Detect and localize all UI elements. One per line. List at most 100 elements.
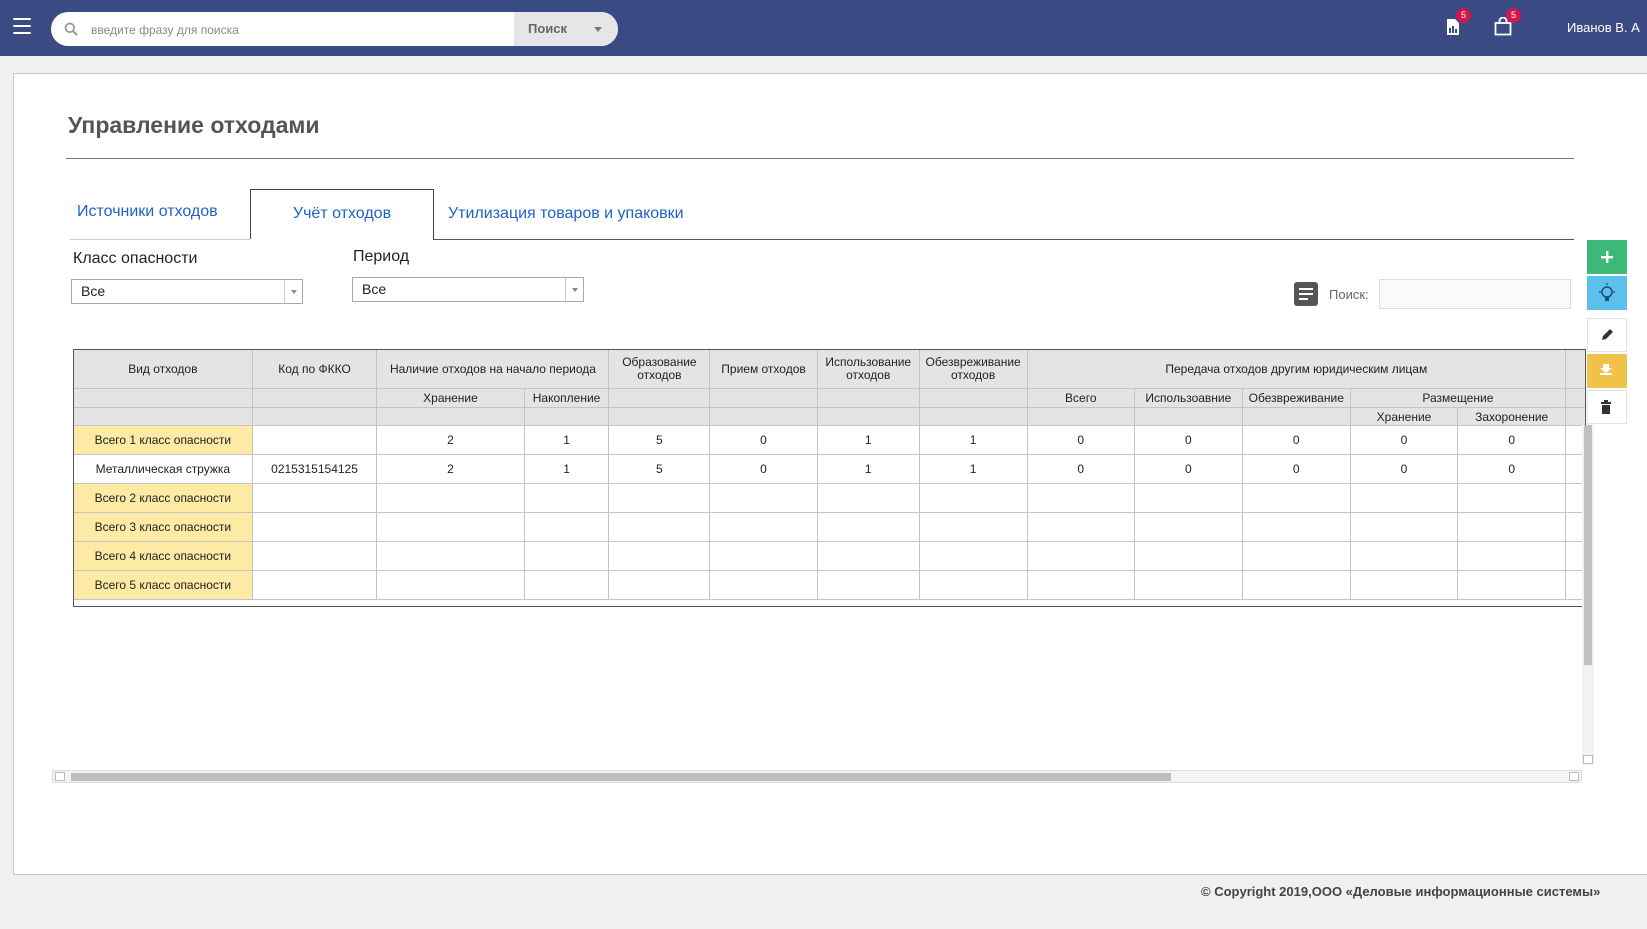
add-button[interactable] xyxy=(1587,240,1627,274)
vertical-scrollbar[interactable] xyxy=(1582,425,1594,765)
waste-accounting-table: Вид отходов Код по ФККО Наличие отходов … xyxy=(73,349,1586,608)
value-cell xyxy=(709,483,818,513)
value-cell: 0 xyxy=(1241,454,1351,484)
value-cell xyxy=(816,512,920,542)
header-cell xyxy=(816,407,920,426)
value-cell xyxy=(918,483,1028,513)
table-row[interactable]: Всего 2 класс опасности xyxy=(73,483,1586,513)
header-waste-type: Вид отходов xyxy=(73,349,253,389)
value-cell xyxy=(709,570,818,600)
header-cell xyxy=(709,388,818,408)
search-input[interactable] xyxy=(89,12,563,46)
value-cell: 1 xyxy=(918,425,1028,455)
chevron-down-icon xyxy=(565,278,583,301)
table-row[interactable]: Всего 5 класс опасности xyxy=(73,570,1586,600)
value-cell xyxy=(1241,541,1351,571)
table-search-input[interactable] xyxy=(1379,279,1571,309)
header-cell xyxy=(1241,407,1351,426)
table-row[interactable]: Металлическая стружка 0215315154125 2 1 5 0 1 1… xyxy=(73,454,1586,484)
header-reception: Прием отходов xyxy=(709,349,818,389)
header-filler xyxy=(1565,349,1586,389)
header-cell xyxy=(73,388,253,408)
header-transfer-total: Всего xyxy=(1026,388,1135,408)
footer-copyright: © Copyright 2019,ООО «Деловые информацио… xyxy=(1201,884,1601,899)
plus-icon xyxy=(1601,251,1613,263)
header-cell xyxy=(251,388,378,408)
hazard-class-label: Класс опасности xyxy=(73,250,198,267)
tab-waste-sources[interactable]: Источники отходов xyxy=(77,203,218,221)
fkko-code-cell: 0215315154125 xyxy=(251,454,378,484)
period-select[interactable]: Все xyxy=(352,277,584,302)
value-cell: 5 xyxy=(608,425,711,455)
hazard-class-select[interactable]: Все xyxy=(71,279,303,304)
value-cell xyxy=(1133,541,1243,571)
value-cell xyxy=(816,541,920,571)
header-neutralization: Обезвреживание отходов xyxy=(918,349,1028,389)
value-cell xyxy=(523,570,610,600)
header-placement-storage: Хранение xyxy=(1349,407,1459,426)
header-cell xyxy=(1133,407,1243,426)
value-cell xyxy=(1349,570,1459,600)
value-cell xyxy=(1349,541,1459,571)
header-transfer-usage: Использоавние xyxy=(1133,388,1243,408)
hamburger-menu-icon[interactable] xyxy=(13,18,31,34)
value-cell xyxy=(918,541,1028,571)
value-cell: 2 xyxy=(376,425,525,455)
horizontal-scrollbar[interactable] xyxy=(52,770,1582,783)
period-value: Все xyxy=(362,281,387,297)
value-cell: 1 xyxy=(816,425,920,455)
value-cell xyxy=(608,483,711,513)
edit-button[interactable] xyxy=(1587,318,1627,352)
columns-list-icon[interactable] xyxy=(1294,282,1318,306)
search-scope-button[interactable]: Поиск xyxy=(514,12,618,46)
cart-notification[interactable]: 5 xyxy=(1493,8,1521,38)
scroll-left-icon[interactable] xyxy=(55,772,65,781)
delete-button[interactable] xyxy=(1587,390,1627,424)
value-cell xyxy=(709,512,818,542)
value-cell: 0 xyxy=(1457,454,1567,484)
value-cell: 1 xyxy=(523,425,610,455)
scroll-right-icon[interactable] xyxy=(1569,772,1579,781)
user-menu[interactable]: Иванов В. А xyxy=(1567,20,1640,35)
vertical-scroll-thumb[interactable] xyxy=(1584,425,1592,665)
chevron-down-icon xyxy=(284,280,302,303)
value-cell: 2 xyxy=(376,454,525,484)
table-row[interactable]: Всего 4 класс опасности xyxy=(73,541,1586,571)
table-row[interactable]: Всего 1 класс опасности 2 1 5 0 1 1 0 0 0 0 0 xyxy=(73,425,1586,455)
hazard-class-value: Все xyxy=(81,283,106,299)
value-cell xyxy=(376,512,525,542)
value-cell xyxy=(376,541,525,571)
waste-type-cell: Всего 5 класс опасности xyxy=(73,570,253,600)
value-cell xyxy=(1457,483,1567,513)
export-button[interactable] xyxy=(1587,354,1627,388)
title-divider xyxy=(66,158,1574,159)
tab-goods-disposal[interactable]: Утилизация товаров и упаковки xyxy=(448,205,684,223)
value-cell xyxy=(523,541,610,571)
value-cell: 0 xyxy=(1349,454,1459,484)
value-cell xyxy=(918,570,1028,600)
header-cell xyxy=(816,388,920,408)
search-icon xyxy=(64,22,78,36)
waste-type-cell: Всего 1 класс опасности xyxy=(73,425,253,455)
header-cell xyxy=(918,407,1028,426)
waste-type-cell: Всего 4 класс опасности xyxy=(73,541,253,571)
header-usage: Использование отходов xyxy=(816,349,920,389)
value-cell xyxy=(816,570,920,600)
pencil-icon xyxy=(1602,329,1613,340)
hint-button[interactable] xyxy=(1587,276,1627,310)
value-cell xyxy=(376,483,525,513)
waste-type-cell: Всего 2 класс опасности xyxy=(73,483,253,513)
header-cell xyxy=(608,388,711,408)
value-cell xyxy=(1241,570,1351,600)
header-cell xyxy=(523,407,610,426)
reports-notification[interactable]: 5 xyxy=(1443,8,1471,38)
value-cell xyxy=(1457,512,1567,542)
table-row[interactable]: Всего 3 класс опасности xyxy=(73,512,1586,542)
search-scope-label: Поиск xyxy=(528,21,568,36)
tab-waste-accounting[interactable]: Учёт отходов xyxy=(250,189,434,239)
notification-badge: 5 xyxy=(1506,8,1521,23)
value-cell: 1 xyxy=(523,454,610,484)
horizontal-scroll-thumb[interactable] xyxy=(71,773,1171,781)
scroll-down-icon[interactable] xyxy=(1583,755,1593,764)
header-transfer: Передача отходов другим юридическим лица… xyxy=(1026,349,1567,389)
